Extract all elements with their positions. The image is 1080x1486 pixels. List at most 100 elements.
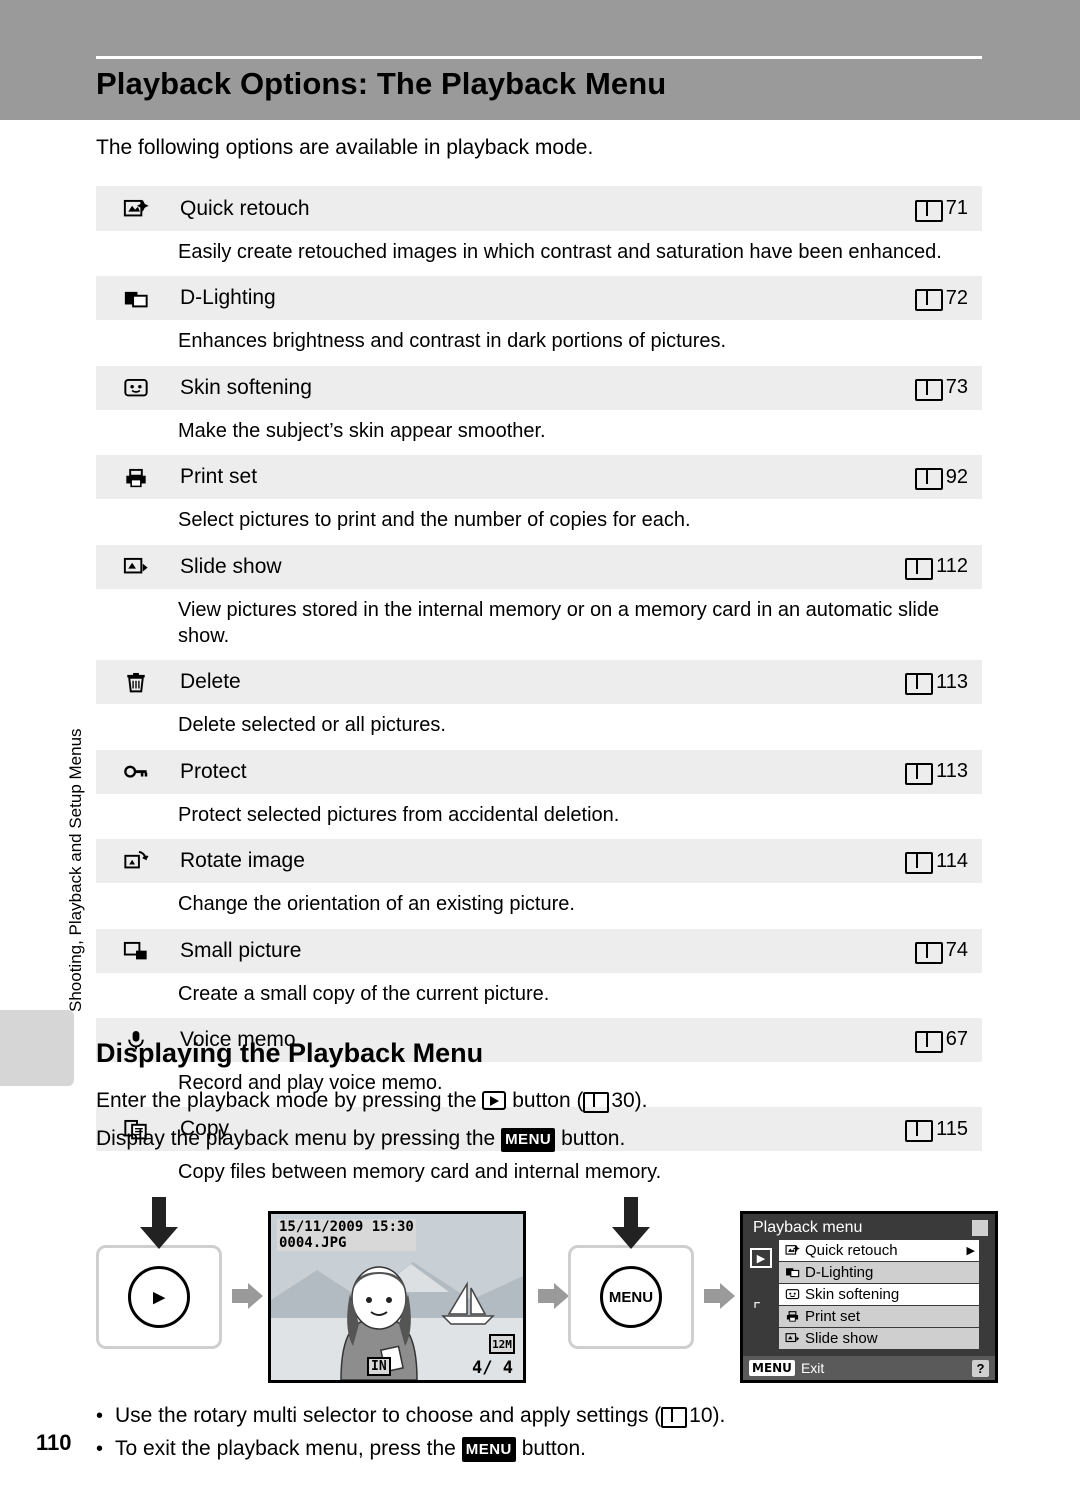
menu-exit-label: Exit [800, 1360, 825, 1376]
menu-badge-icon: MENU [501, 1128, 556, 1152]
right-arrow-icon-3 [704, 1283, 735, 1309]
menu-exit-badge: MENU [749, 1360, 795, 1376]
skin-softening-icon [785, 1288, 800, 1300]
lcd-date: 15/11/2009 15:30 [279, 1219, 414, 1235]
menu-item-reference: 74 [862, 939, 982, 964]
bullet-text-1: Use the rotary multi selector to choose … [115, 1400, 725, 1433]
reference-book-icon [914, 941, 943, 964]
print-set-icon [96, 467, 176, 488]
menu-item-label: Quick retouch [180, 196, 310, 220]
menu-badge-icon-2: MENU [461, 1436, 516, 1462]
playback-button-glyph: ▶ [128, 1266, 190, 1328]
camera-menu-item[interactable]: Skin softening [779, 1284, 979, 1305]
menu-item-reference: 92 [862, 466, 982, 491]
section-heading: Displaying the Playback Menu [96, 1038, 484, 1068]
camera-menu-bottom-bar: MENU Exit ? [743, 1356, 995, 1380]
menu-item-description: Select pictures to print and the number … [96, 499, 982, 544]
d-lighting-icon [96, 288, 176, 309]
reference-book-icon [914, 289, 943, 312]
camera-menu-item[interactable]: D-Lighting [779, 1262, 979, 1283]
side-tab: Shooting, Playback and Setup Menus [14, 620, 85, 1020]
right-arrow-icon-1 [232, 1283, 263, 1309]
quick-retouch-icon [785, 1244, 800, 1256]
menu-item-reference: 71 [862, 197, 982, 222]
lcd-memory-badge: IN [367, 1357, 391, 1376]
playback-tab-icon: ▶ [750, 1248, 772, 1268]
reference-book-icon [905, 852, 934, 875]
instruction-line-2-text-a: Display the playback menu by pressing th… [96, 1127, 496, 1150]
menu-item-page: 113 [936, 760, 968, 783]
menu-item-page: 67 [945, 1028, 968, 1051]
protect-key-icon [96, 761, 176, 782]
menu-help-badge: ? [972, 1359, 989, 1377]
lcd-osd-text: 15/11/2009 15:30 0004.JPG [277, 1219, 416, 1252]
menu-button-figure: MENU [568, 1245, 694, 1349]
menu-item-reference: 112 [862, 555, 982, 580]
lcd-filename: 0004.JPG [279, 1235, 347, 1252]
camera-menu-item-label: Quick retouch [805, 1242, 898, 1259]
slide-show-icon [785, 1332, 800, 1344]
menu-item-description: Protect selected pictures from accidenta… [96, 793, 982, 839]
menu-item-reference: 113 [862, 760, 982, 785]
chevron-right-icon: ▶ [966, 1245, 975, 1257]
playback-button-icon [482, 1091, 507, 1110]
bullet-text-1a: Use the rotary multi selector to choose … [115, 1404, 662, 1427]
camera-menu-item-label: Print set [805, 1308, 861, 1325]
menu-item-label: Print set [180, 465, 258, 489]
reference-book-icon [914, 1030, 943, 1053]
page-title: Playback Options: The Playback Menu [96, 66, 667, 101]
side-tab-block [0, 1010, 74, 1086]
menu-tab-icon [972, 1220, 988, 1236]
instruction-line-1-text-b: button ( [512, 1089, 584, 1112]
reference-book-icon [914, 378, 943, 401]
slide-show-icon [96, 556, 176, 577]
menu-row: D-Lighting 72 [96, 275, 982, 321]
bullet-list: • Use the rotary multi selector to choos… [96, 1400, 996, 1465]
lcd-image-size-badge: 12M [489, 1334, 515, 1354]
side-tab-label: Shooting, Playback and Setup Menus [66, 728, 85, 1012]
menu-item-reference: 72 [862, 287, 982, 312]
camera-menu-item[interactable]: Slide show [779, 1328, 979, 1349]
bullet-text-2b: button. [521, 1436, 586, 1460]
menu-row: Quick retouch 71 [96, 186, 982, 231]
bullet-item-1: • Use the rotary multi selector to choos… [96, 1400, 996, 1433]
camera-menu-item-label: Skin softening [805, 1286, 900, 1303]
camera-menu-item[interactable]: Quick retouch ▶ [779, 1240, 979, 1261]
instruction-line-2: Display the playback menu by pressing th… [96, 1124, 996, 1154]
menu-item-description: Easily create retouched images in which … [96, 231, 982, 276]
menu-item-label: Rotate image [180, 849, 305, 873]
figure-playback-flow: ▶ 15/11/2009 15:30 0004.JPG 12M IN 4/ 4 … [96, 1197, 998, 1385]
camera-menu-item-label: D-Lighting [805, 1264, 874, 1281]
right-arrow-icon-2 [538, 1283, 569, 1309]
menu-row: Small picture 74 [96, 927, 982, 973]
menu-item-description: Copy files between memory card and inter… [96, 1151, 982, 1196]
setup-tab-icon: ⌜ [753, 1300, 761, 1319]
menu-row: Skin softening 73 [96, 364, 982, 410]
reference-book-icon [905, 557, 934, 580]
bullet-dot-2: • [96, 1437, 104, 1460]
reference-book-icon [905, 762, 934, 785]
menu-item-label: D-Lighting [180, 286, 276, 310]
d-lighting-icon [785, 1266, 800, 1278]
menu-item-page: 113 [936, 670, 968, 693]
reference-book-icon-2 [661, 1407, 688, 1428]
menu-item-description: Change the orientation of an existing pi… [96, 883, 982, 928]
menu-item-description: Delete selected or all pictures. [96, 704, 982, 749]
playback-button-figure: ▶ [96, 1245, 222, 1349]
camera-menu-item-label: Slide show [805, 1330, 878, 1347]
header-rule [96, 56, 982, 59]
menu-button-glyph: MENU [600, 1266, 662, 1328]
camera-menu-title: Playback menu [753, 1219, 863, 1236]
camera-menu-item[interactable]: Print set [779, 1306, 979, 1327]
bullet-text-1b: 10). [689, 1404, 726, 1427]
menu-item-reference: 73 [862, 376, 982, 401]
menu-item-reference: 113 [862, 670, 982, 696]
menu-item-label: Delete [180, 670, 241, 694]
bullet-item-2: • To exit the playback menu, press the M… [96, 1433, 996, 1466]
header-band [0, 0, 1080, 120]
menu-item-page: 112 [936, 555, 968, 578]
menu-item-page: 114 [936, 849, 968, 872]
menu-item-label: Small picture [180, 938, 302, 962]
quick-retouch-icon [96, 198, 176, 219]
small-picture-icon [96, 940, 176, 961]
